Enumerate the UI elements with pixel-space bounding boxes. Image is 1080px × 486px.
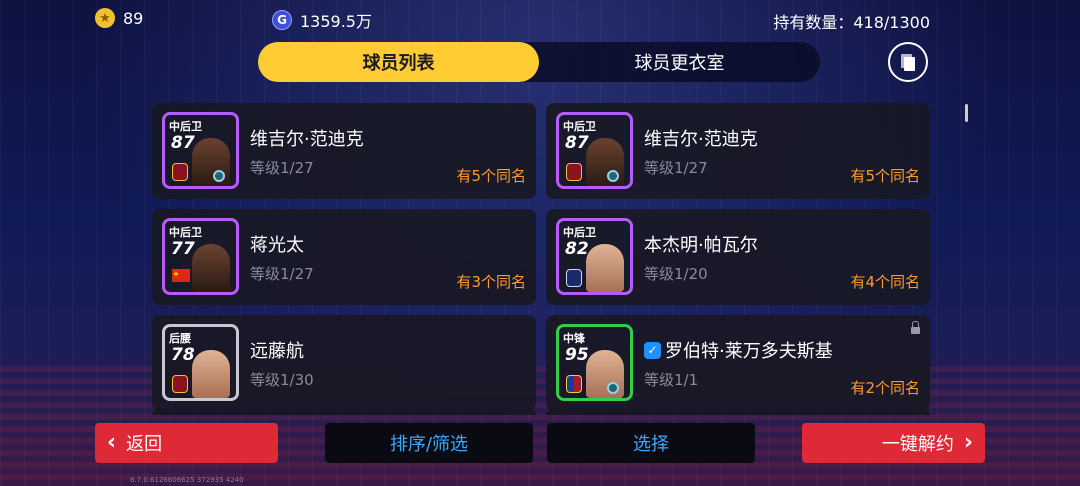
player-portrait — [192, 350, 230, 398]
player-rating: 77 — [171, 239, 195, 259]
gp-icon: G — [272, 10, 292, 30]
club-badge-icon — [566, 375, 582, 393]
star-coin-icon: ★ — [95, 8, 115, 28]
player-position: 中后卫 — [169, 226, 202, 239]
gp-display: G 1359.5万 — [272, 8, 372, 32]
select-label: 选择 — [633, 434, 669, 455]
player-thumbnail: 后腰 78 — [162, 324, 239, 401]
club-badge-icon — [566, 269, 582, 287]
duplicate-count: 有2个同名 — [850, 379, 920, 397]
player-thumbnail: 中后卫 82 — [556, 218, 633, 295]
chevron-left-icon: ‹ — [107, 430, 117, 455]
copy-button[interactable] — [888, 42, 928, 82]
coins-display: ★ 89 — [95, 8, 143, 28]
release-all-button[interactable]: 一键解约 › — [802, 423, 985, 463]
next-card-peek — [546, 409, 930, 415]
player-rating: 95 — [565, 345, 589, 365]
player-rating: 82 — [565, 239, 589, 259]
player-grid: 中后卫 87 维吉尔·范迪克 等级1/27 有5个同名 中后卫 87 维吉尔·范… — [152, 103, 930, 411]
select-button[interactable]: 选择 — [547, 423, 755, 463]
player-position: 中后卫 — [563, 120, 596, 133]
player-level: 等级1/27 — [250, 265, 314, 283]
player-level: 等级1/1 — [644, 371, 699, 389]
card-type-icon — [607, 382, 619, 394]
back-button-label: 返回 — [126, 434, 163, 455]
gp-value: 1359.5万 — [300, 12, 372, 31]
duplicate-count: 有3个同名 — [456, 273, 526, 291]
tab-locker-room[interactable]: 球员更衣室 — [539, 42, 820, 82]
player-thumbnail: 中锋 95 — [556, 324, 633, 401]
duplicate-count: 有4个同名 — [850, 273, 920, 291]
player-name: 维吉尔·范迪克 — [644, 129, 758, 150]
player-name-row: ✓ 罗伯特·莱万多夫斯基 — [644, 337, 833, 363]
player-name: 远藤航 — [250, 341, 304, 362]
next-card-peek — [152, 409, 536, 415]
player-card[interactable]: 中后卫 82 本杰明·帕瓦尔 等级1/20 有4个同名 — [546, 209, 930, 305]
player-portrait — [586, 244, 624, 292]
version-string: 8.7.0.6126606625 372935 4240 — [130, 476, 244, 484]
coins-value: 89 — [123, 8, 144, 28]
club-badge-icon — [172, 375, 188, 393]
player-name: 本杰明·帕瓦尔 — [644, 235, 758, 256]
player-level: 等级1/27 — [250, 159, 314, 177]
player-position: 后腰 — [169, 332, 191, 345]
sort-filter-label: 排序/筛选 — [389, 434, 469, 455]
player-card[interactable]: 后腰 78 远藤航 等级1/30 — [152, 315, 536, 411]
lock-icon — [911, 321, 920, 334]
release-all-label: 一键解约 — [881, 434, 954, 455]
tab-bar: 球员列表 球员更衣室 — [258, 42, 820, 82]
player-thumbnail: 中后卫 87 — [556, 112, 633, 189]
duplicate-count: 有5个同名 — [850, 167, 920, 185]
club-badge-icon — [172, 163, 188, 181]
player-card[interactable]: 中锋 95 ✓ 罗伯特·莱万多夫斯基 等级1/1 有2个同名 — [546, 315, 930, 411]
player-level: 等级1/20 — [644, 265, 708, 283]
player-card[interactable]: 中后卫 77 蒋光太 等级1/27 有3个同名 — [152, 209, 536, 305]
player-rating: 78 — [171, 345, 195, 365]
card-type-icon — [607, 170, 619, 182]
player-rating: 87 — [171, 133, 195, 153]
player-thumbnail: 中后卫 77 — [162, 218, 239, 295]
player-position: 中后卫 — [169, 120, 202, 133]
player-card[interactable]: 中后卫 87 维吉尔·范迪克 等级1/27 有5个同名 — [546, 103, 930, 199]
copy-icon — [901, 53, 915, 71]
duplicate-count: 有5个同名 — [456, 167, 526, 185]
player-portrait — [192, 244, 230, 292]
player-name: 维吉尔·范迪克 — [250, 129, 364, 150]
player-position: 中锋 — [563, 332, 585, 345]
china-flag-icon — [172, 269, 190, 282]
player-rating: 87 — [565, 133, 589, 153]
scrollbar[interactable] — [965, 104, 968, 122]
player-position: 中后卫 — [563, 226, 596, 239]
tab-player-list[interactable]: 球员列表 — [258, 42, 539, 82]
own-count: 持有数量：418/1300 — [773, 13, 930, 32]
card-type-icon — [213, 170, 225, 182]
player-card[interactable]: 中后卫 87 维吉尔·范迪克 等级1/27 有5个同名 — [152, 103, 536, 199]
player-name: 罗伯特·莱万多夫斯基 — [665, 341, 833, 362]
player-level: 等级1/27 — [644, 159, 708, 177]
player-name: 蒋光太 — [250, 235, 304, 256]
club-badge-icon — [566, 163, 582, 181]
back-button[interactable]: ‹ 返回 — [95, 423, 278, 463]
player-level: 等级1/30 — [250, 371, 314, 389]
verified-icon: ✓ — [644, 341, 661, 359]
chevron-right-icon: › — [963, 430, 973, 455]
player-thumbnail: 中后卫 87 — [162, 112, 239, 189]
sort-filter-button[interactable]: 排序/筛选 — [325, 423, 533, 463]
